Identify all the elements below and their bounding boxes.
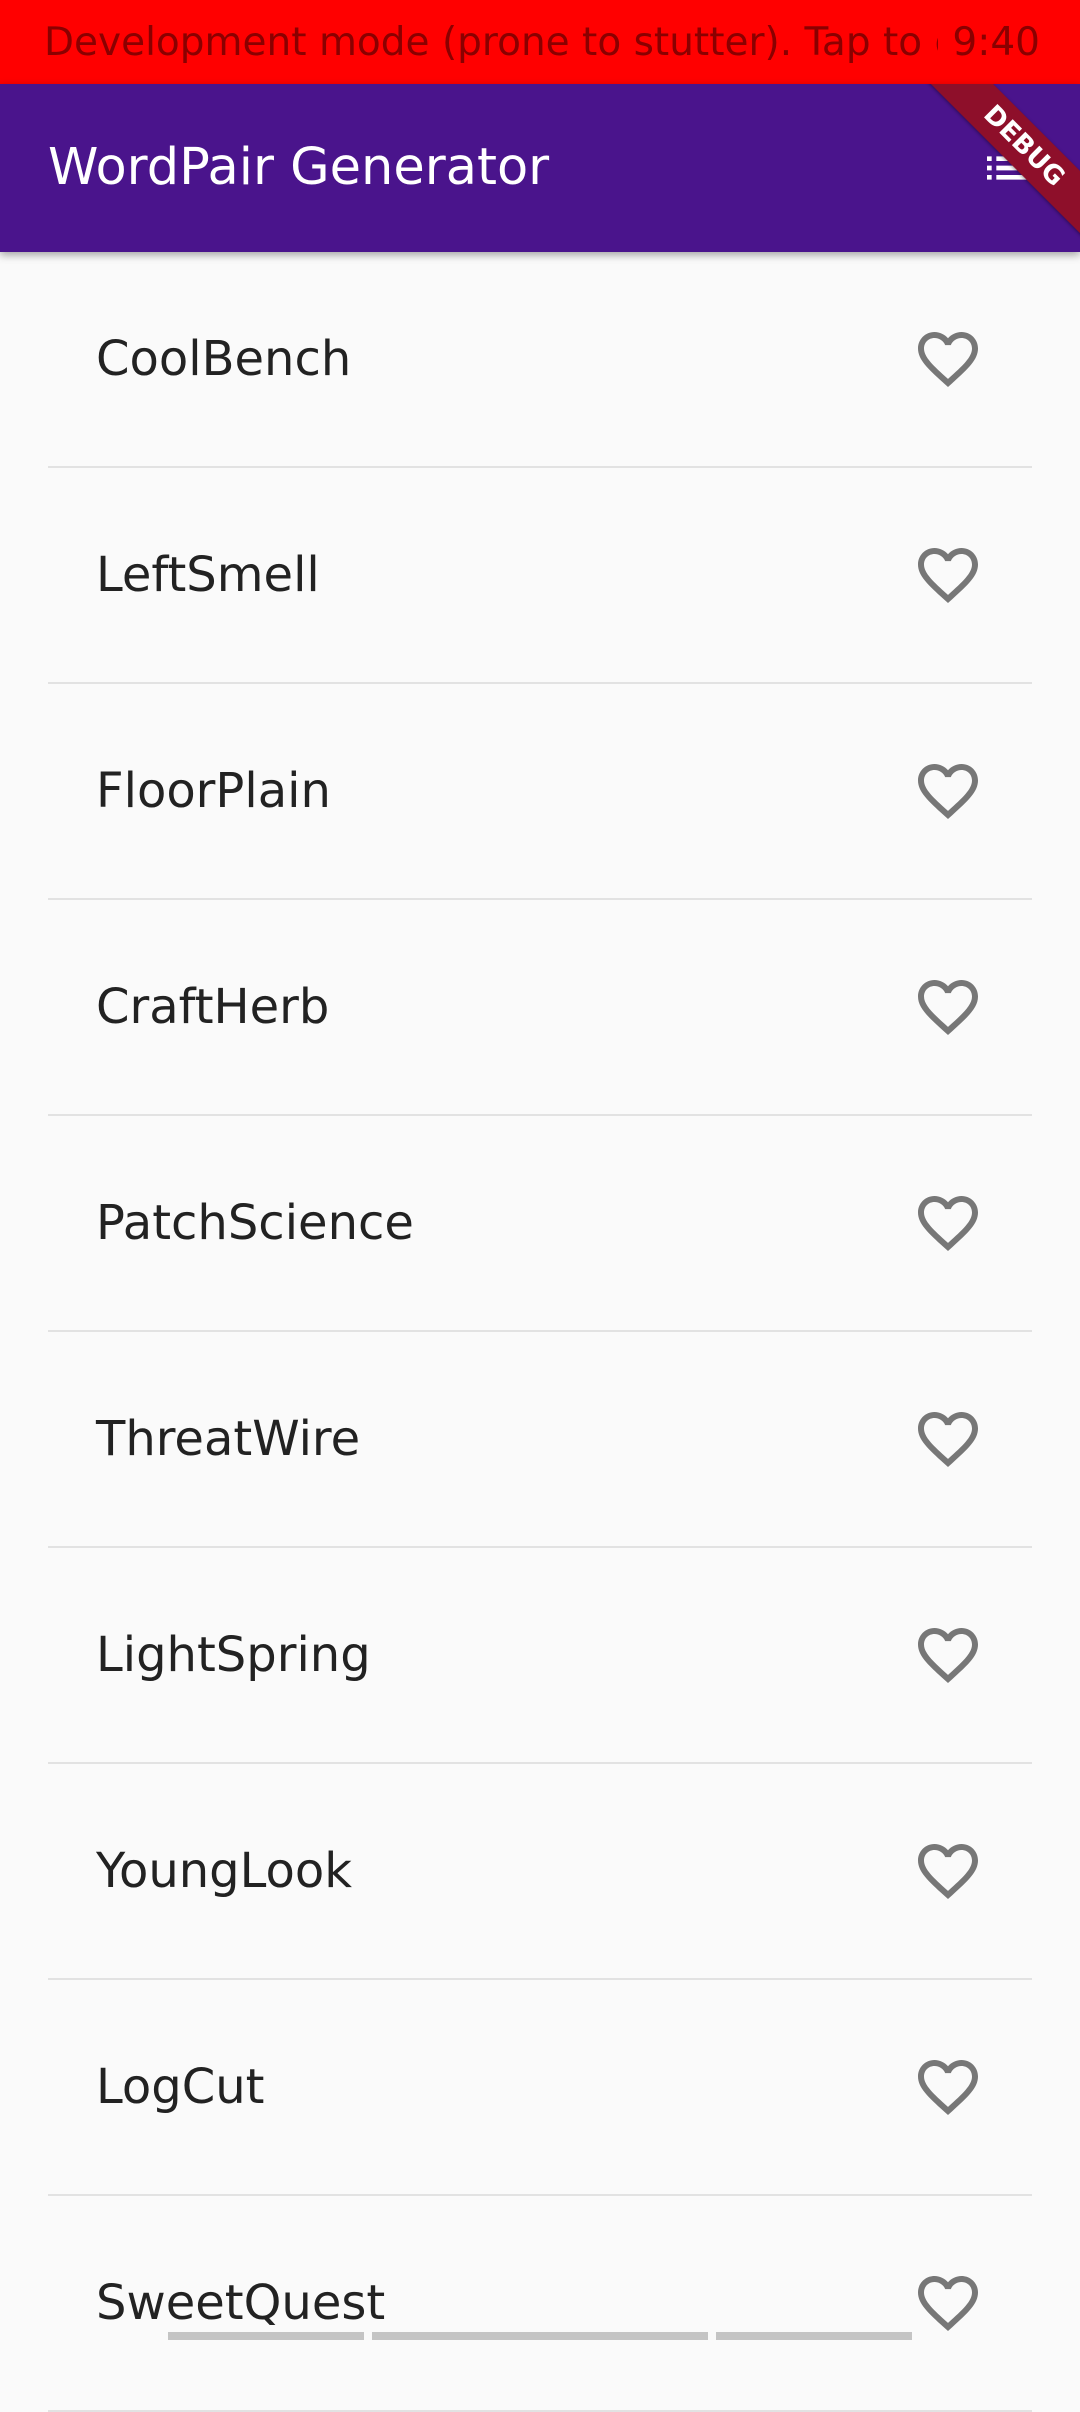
favorite-toggle-button[interactable] — [912, 1403, 984, 1475]
heart-outline-icon — [918, 2276, 978, 2332]
nav-bar-segment-left — [168, 2332, 364, 2340]
word-pair-label: CraftHerb — [96, 979, 330, 1035]
word-pair-label: CoolBench — [96, 331, 352, 387]
word-pair-row[interactable]: ThreatWire — [48, 1332, 1032, 1548]
app-title: WordPair Generator — [48, 138, 550, 197]
word-pair-row[interactable]: CoolBench — [48, 252, 1032, 468]
favorite-toggle-button[interactable] — [912, 2051, 984, 2123]
heart-outline-icon — [918, 1196, 978, 1252]
heart-outline-icon — [918, 764, 978, 820]
favorite-toggle-button[interactable] — [912, 1619, 984, 1691]
favorite-toggle-button[interactable] — [912, 1835, 984, 1907]
favorite-toggle-button[interactable] — [912, 539, 984, 611]
heart-outline-icon — [918, 548, 978, 604]
favorite-toggle-button[interactable] — [912, 1187, 984, 1259]
word-pair-row[interactable]: PatchScience — [48, 1116, 1032, 1332]
word-pair-row[interactable]: YoungLook — [48, 1764, 1032, 1980]
debug-status-bar[interactable]: Development mode (prone to stutter). Tap… — [0, 0, 1080, 84]
heart-outline-icon — [918, 2060, 978, 2116]
favorite-toggle-button[interactable] — [912, 2267, 984, 2339]
word-pair-row[interactable]: CraftHerb — [48, 900, 1032, 1116]
word-pair-label: FloorPlain — [96, 763, 331, 819]
heart-outline-icon — [918, 1412, 978, 1468]
favorite-toggle-button[interactable] — [912, 971, 984, 1043]
word-pair-row[interactable]: SweetQuest — [48, 2196, 1032, 2412]
heart-outline-icon — [918, 1628, 978, 1684]
word-pair-row[interactable]: LeftSmell — [48, 468, 1032, 684]
word-pair-label: YoungLook — [96, 1843, 353, 1899]
word-pair-row[interactable]: LightSpring — [48, 1548, 1032, 1764]
word-pair-label: LogCut — [96, 2059, 265, 2115]
nav-bar-segment-right — [716, 2332, 912, 2340]
heart-outline-icon — [918, 980, 978, 1036]
app-bar: WordPair Generator DEBUG — [0, 84, 1080, 252]
word-pair-label: LightSpring — [96, 1627, 371, 1683]
word-pair-row[interactable]: LogCut — [48, 1980, 1032, 2196]
heart-outline-icon — [918, 1844, 978, 1900]
word-pair-label: ThreatWire — [96, 1411, 361, 1467]
word-pair-label: SweetQuest — [96, 2275, 386, 2331]
word-pair-label: PatchScience — [96, 1195, 414, 1251]
word-pair-label: LeftSmell — [96, 547, 320, 603]
nav-bar-segment-center — [372, 2332, 708, 2340]
development-mode-message[interactable]: Development mode (prone to stutter). Tap… — [44, 20, 938, 65]
heart-outline-icon — [918, 332, 978, 388]
favorite-toggle-button[interactable] — [912, 323, 984, 395]
word-pair-list[interactable]: CoolBench LeftSmell FloorPlain CraftHerb Pat… — [48, 252, 1032, 2412]
clock-time: 9:40 — [952, 19, 1040, 65]
word-pair-row[interactable]: FloorPlain — [48, 684, 1032, 900]
favorite-toggle-button[interactable] — [912, 755, 984, 827]
